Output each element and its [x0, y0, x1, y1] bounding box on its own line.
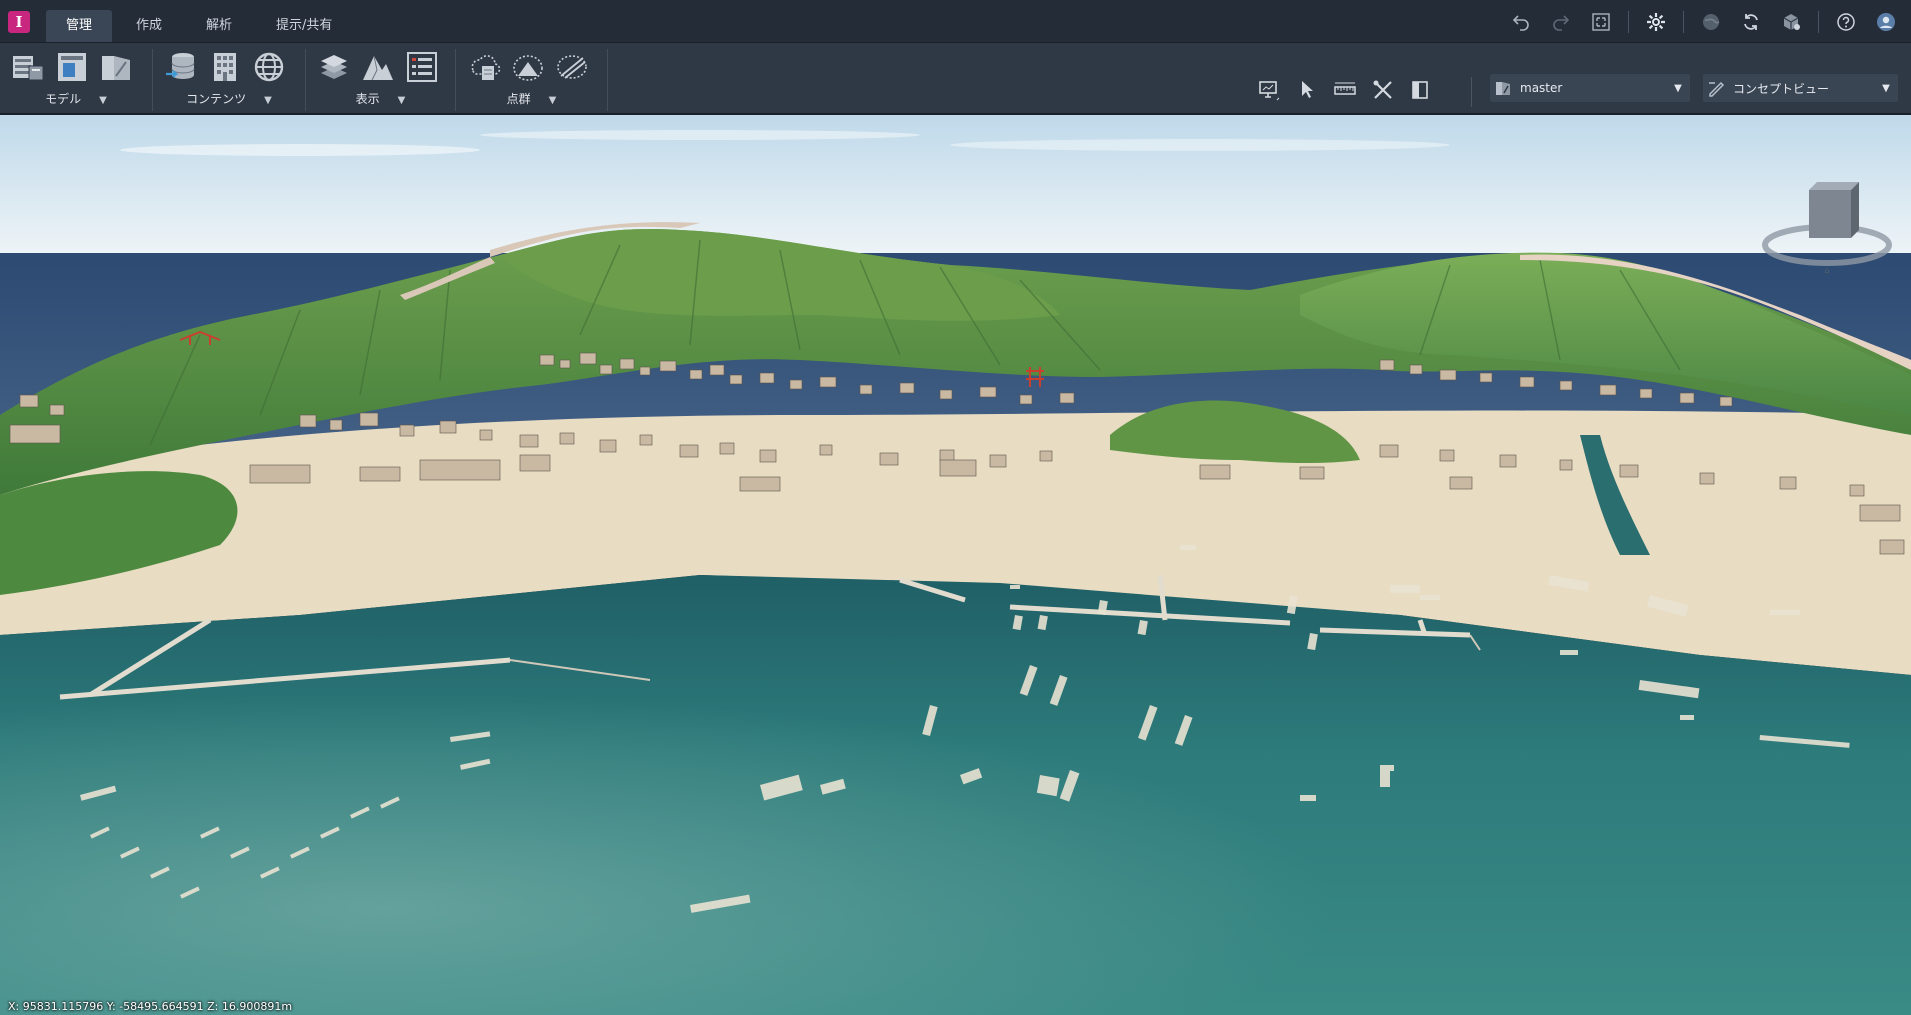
tab-analyze[interactable]: 解析: [186, 10, 252, 42]
tab-manage[interactable]: 管理: [46, 10, 113, 42]
pointcloud-slice-icon[interactable]: [554, 49, 590, 85]
ribbon-tabs: 管理 作成 解析 提示/共有: [46, 10, 352, 42]
view-tools: [1256, 78, 1434, 102]
building-icon[interactable]: [207, 49, 243, 85]
quick-access-toolbar: [1508, 10, 1899, 34]
model-panel-icon[interactable]: [54, 49, 90, 85]
ribbon-group-contents: コンテンツ ▼: [153, 49, 306, 111]
user-avatar-icon[interactable]: [1873, 10, 1899, 34]
ribbon-group-label: 表示: [355, 92, 380, 106]
ribbon-group-label: モデル: [45, 92, 82, 106]
proposal-dropdown-value: master: [1520, 81, 1563, 95]
app-logo[interactable]: I: [8, 11, 30, 33]
chevron-down-icon: ▼: [1674, 82, 1682, 94]
tab-present-share[interactable]: 提示/共有: [256, 10, 352, 42]
terrain-icon[interactable]: [360, 49, 396, 85]
view-style-dropdown[interactable]: コンセプトビュー ▼: [1703, 74, 1898, 102]
sketch-pencil-icon: [1703, 79, 1729, 97]
view-cube-icon[interactable]: ⌂: [1757, 170, 1897, 280]
measure-ruler-icon[interactable]: [1332, 78, 1358, 102]
tools-cross-icon[interactable]: [1370, 78, 1396, 102]
view-style-dropdown-value: コンセプトビュー: [1733, 81, 1830, 96]
sync-icon[interactable]: [1738, 10, 1764, 34]
title-bar: I 管理 作成 解析 提示/共有: [0, 0, 1911, 43]
list-panel-icon[interactable]: [404, 49, 440, 85]
database-import-icon[interactable]: [163, 49, 199, 85]
model-tree-icon[interactable]: [10, 49, 46, 85]
monitor-icon[interactable]: [1256, 78, 1282, 102]
toolbar-separator: [1818, 11, 1819, 33]
globe-sphere-icon[interactable]: [1698, 10, 1724, 34]
help-icon[interactable]: [1833, 10, 1859, 34]
3d-viewport[interactable]: ⌂ X: 95831.115796 Y: -58495.664591 Z: 16…: [0, 115, 1911, 1015]
undo-icon[interactable]: [1508, 10, 1534, 34]
proposal-dropdown[interactable]: master ▼: [1490, 74, 1690, 102]
ribbon-group-label: 点群: [506, 92, 531, 106]
chevron-down-icon[interactable]: ▼: [99, 95, 107, 106]
ribbon-group-display: 表示 ▼: [306, 49, 456, 111]
select-arrow-icon[interactable]: [1294, 78, 1320, 102]
chevron-down-icon[interactable]: ▼: [264, 95, 272, 106]
pointcloud-terrain-icon[interactable]: [510, 49, 546, 85]
city-scene-render[interactable]: [0, 115, 1911, 1015]
redo-icon[interactable]: [1548, 10, 1574, 34]
layers-icon[interactable]: [316, 49, 352, 85]
ribbon-panel: モデル ▼ コンテンツ ▼ 表示 ▼ 点群 ▼ master ▼ コンセプトビュ…: [0, 43, 1911, 115]
svg-text:⌂: ⌂: [1824, 266, 1829, 275]
model-sheet-icon[interactable]: [98, 49, 134, 85]
gear-icon[interactable]: [1643, 10, 1669, 34]
model-3d-icon[interactable]: [1778, 10, 1804, 34]
globe-icon[interactable]: [251, 49, 287, 85]
toolbar-separator: [1683, 11, 1684, 33]
chevron-down-icon[interactable]: ▼: [549, 95, 557, 106]
fullscreen-icon[interactable]: [1588, 10, 1614, 34]
ribbon-group-model: モデル ▼: [0, 49, 153, 111]
ribbon-group-pointcloud: 点群 ▼: [456, 49, 608, 111]
chevron-down-icon[interactable]: ▼: [398, 95, 406, 106]
toolbar-separator: [1628, 11, 1629, 33]
section-box-icon[interactable]: [1408, 78, 1434, 102]
cursor-coordinates: X: 95831.115796 Y: -58495.664591 Z: 16.9…: [8, 1000, 293, 1013]
toolbar-separator: [1471, 77, 1472, 107]
ribbon-group-label: コンテンツ: [186, 92, 247, 106]
tab-create[interactable]: 作成: [116, 10, 182, 42]
chevron-down-icon: ▼: [1882, 82, 1890, 94]
pointcloud-icon[interactable]: [466, 49, 502, 85]
proposal-icon: [1490, 79, 1516, 97]
